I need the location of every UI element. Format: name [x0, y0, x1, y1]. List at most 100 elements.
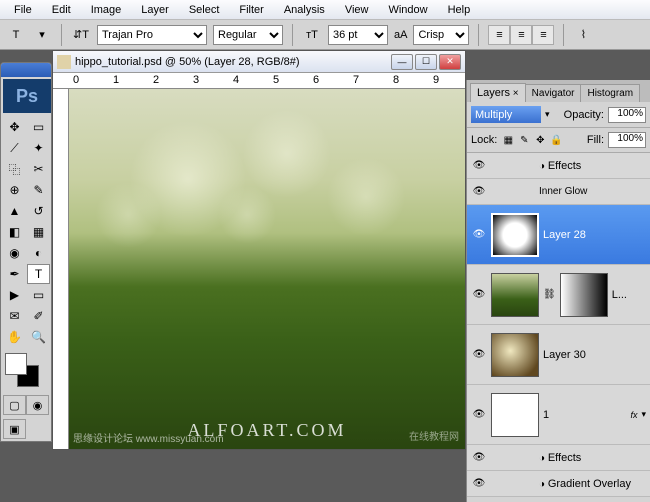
horizontal-ruler[interactable]: 0 1 2 3 4 5 6 7 8 9: [53, 73, 465, 89]
visibility-toggle-icon[interactable]: 👁: [471, 476, 487, 492]
layer-row[interactable]: 👁 ⛓ L...: [467, 265, 650, 325]
layer-name[interactable]: L...: [612, 289, 646, 301]
font-style-select[interactable]: Regular: [213, 25, 283, 45]
layer-row[interactable]: 👁 Layer 30: [467, 325, 650, 385]
tab-histogram[interactable]: Histogram: [580, 84, 640, 102]
foreground-swatch[interactable]: [5, 353, 27, 375]
canvas-image: 思缘设计论坛 www.missyuan.com ALFOART.COM 在线教程…: [69, 89, 465, 449]
layer-thumbnail[interactable]: [491, 213, 539, 257]
lock-position-icon[interactable]: ✥: [533, 133, 547, 147]
slice-tool[interactable]: ✂: [27, 159, 50, 179]
tab-navigator[interactable]: Navigator: [525, 84, 582, 102]
blur-tool[interactable]: ◉: [3, 243, 26, 263]
history-brush-tool[interactable]: ↺: [27, 201, 50, 221]
blend-mode-select[interactable]: Multiply: [471, 106, 541, 123]
shape-tool[interactable]: ▭: [27, 285, 50, 305]
menu-edit[interactable]: Edit: [42, 2, 81, 18]
gradient-tool[interactable]: ▦: [27, 222, 50, 242]
menu-analysis[interactable]: Analysis: [274, 2, 335, 18]
pen-tool[interactable]: ✒: [3, 264, 26, 284]
zoom-tool[interactable]: 🔍: [27, 327, 50, 347]
mask-link-icon[interactable]: ⛓: [543, 289, 556, 300]
close-button[interactable]: ✕: [439, 54, 461, 70]
layer-name[interactable]: Layer 30: [543, 349, 646, 361]
menu-layer[interactable]: Layer: [131, 2, 179, 18]
effect-gradient-overlay[interactable]: 👁 ◑ Gradient Overlay: [467, 471, 650, 497]
layer-thumbnail[interactable]: [491, 393, 539, 437]
fill-input[interactable]: 100%: [608, 132, 646, 148]
lock-all-icon[interactable]: 🔒: [549, 133, 563, 147]
standard-mode-button[interactable]: ▢: [3, 395, 26, 415]
antialias-select[interactable]: Crisp: [413, 25, 469, 45]
layer-mask-thumbnail[interactable]: [560, 273, 608, 317]
vertical-ruler[interactable]: [53, 89, 69, 449]
layer-list: 👁 ◑ Effects 👁 Inner Glow 👁 Layer 28 👁 ⛓ …: [467, 153, 650, 497]
watermark-right: 在线教程网: [409, 428, 459, 443]
layer-row[interactable]: 👁 1 fx▾: [467, 385, 650, 445]
stamp-tool[interactable]: ▲: [3, 201, 26, 221]
menu-filter[interactable]: Filter: [229, 2, 273, 18]
document-titlebar[interactable]: hippo_tutorial.psd @ 50% (Layer 28, RGB/…: [53, 51, 465, 73]
layer-thumbnail[interactable]: [491, 273, 539, 317]
document-title: hippo_tutorial.psd @ 50% (Layer 28, RGB/…: [75, 56, 300, 68]
visibility-toggle-icon[interactable]: 👁: [471, 407, 487, 423]
color-swatches[interactable]: [1, 349, 51, 393]
lock-pixels-icon[interactable]: ✎: [517, 133, 531, 147]
warp-text-icon[interactable]: ⌇: [573, 25, 593, 45]
crop-tool[interactable]: ⿻: [3, 159, 26, 179]
minimize-button[interactable]: —: [391, 54, 413, 70]
effects-row[interactable]: 👁 ◑ Effects: [467, 153, 650, 179]
separator: [563, 24, 564, 46]
menu-view[interactable]: View: [335, 2, 379, 18]
opacity-label: Opacity:: [564, 109, 604, 121]
wand-tool[interactable]: ✦: [27, 138, 50, 158]
eraser-tool[interactable]: ◧: [3, 222, 26, 242]
visibility-toggle-icon[interactable]: 👁: [471, 158, 487, 174]
visibility-toggle-icon[interactable]: 👁: [471, 287, 487, 303]
font-size-select[interactable]: 36 pt: [328, 25, 388, 45]
eyedropper-tool[interactable]: ✐: [27, 306, 50, 326]
font-family-select[interactable]: Trajan Pro: [97, 25, 207, 45]
visibility-toggle-icon[interactable]: 👁: [471, 184, 487, 200]
layer-name[interactable]: Layer 28: [543, 229, 646, 241]
move-tool[interactable]: ✥: [3, 117, 26, 137]
align-right-button[interactable]: ≡: [532, 25, 554, 45]
heal-tool[interactable]: ⊕: [3, 180, 26, 200]
screen-mode-button[interactable]: ▣: [3, 419, 26, 439]
brush-tool[interactable]: ✎: [27, 180, 50, 200]
dodge-tool[interactable]: ◐: [27, 243, 50, 263]
path-select-tool[interactable]: ▶: [3, 285, 26, 305]
gradient-overlay-label: ◑ Gradient Overlay: [491, 478, 631, 490]
layer-thumbnail[interactable]: [491, 333, 539, 377]
fx-badge[interactable]: fx: [630, 410, 637, 420]
canvas[interactable]: 思缘设计论坛 www.missyuan.com ALFOART.COM 在线教程…: [69, 89, 465, 449]
notes-tool[interactable]: ✉: [3, 306, 26, 326]
tab-layers[interactable]: Layers ×: [470, 83, 526, 102]
align-center-button[interactable]: ≡: [510, 25, 532, 45]
effects-row[interactable]: 👁 ◑ Effects: [467, 445, 650, 471]
type-tool[interactable]: T: [27, 264, 50, 284]
quickmask-mode-button[interactable]: ◉: [26, 395, 49, 415]
maximize-button[interactable]: ☐: [415, 54, 437, 70]
layer-row[interactable]: 👁 Layer 28: [467, 205, 650, 265]
menu-window[interactable]: Window: [378, 2, 437, 18]
orientation-toggle-icon[interactable]: ⇵T: [71, 25, 91, 45]
opacity-input[interactable]: 100%: [608, 107, 646, 123]
toolbox-header[interactable]: [1, 63, 51, 77]
hand-tool[interactable]: ✋: [3, 327, 26, 347]
menu-select[interactable]: Select: [179, 2, 230, 18]
menu-help[interactable]: Help: [438, 2, 481, 18]
visibility-toggle-icon[interactable]: 👁: [471, 347, 487, 363]
marquee-tool[interactable]: ▭: [27, 117, 50, 137]
dropdown-icon[interactable]: ▾: [32, 25, 52, 45]
menu-file[interactable]: File: [4, 2, 42, 18]
effects-label: ◑ Effects: [491, 452, 581, 464]
effect-inner-glow[interactable]: 👁 Inner Glow: [467, 179, 650, 205]
visibility-toggle-icon[interactable]: 👁: [471, 227, 487, 243]
lasso-tool[interactable]: ⟋: [3, 138, 26, 158]
visibility-toggle-icon[interactable]: 👁: [471, 450, 487, 466]
lock-transparent-icon[interactable]: ▦: [501, 133, 515, 147]
align-left-button[interactable]: ≡: [488, 25, 510, 45]
menu-image[interactable]: Image: [81, 2, 132, 18]
layer-name[interactable]: 1: [543, 409, 626, 421]
